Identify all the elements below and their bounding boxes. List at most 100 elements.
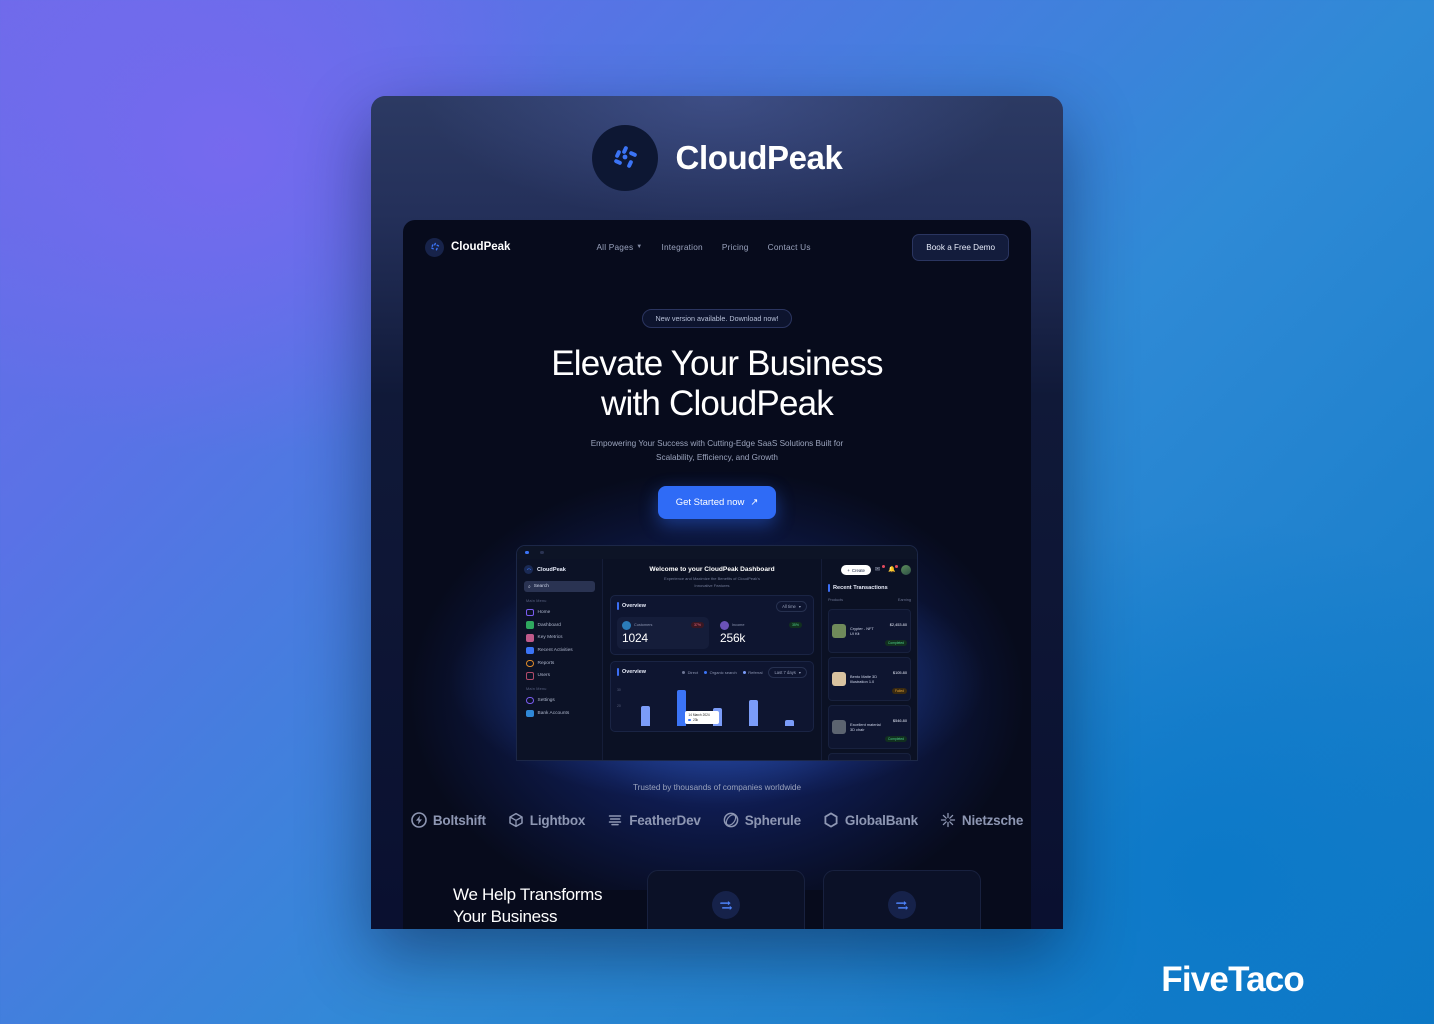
stat-label: Income [732,623,745,628]
logo-globalbank: GlobalBank [823,812,918,828]
stat-card-customers: Customers 37% 1024 [617,616,709,649]
time-range-select[interactable]: All time ▾ [776,600,807,612]
sidebar-group-label-1: Main Menu [526,599,547,604]
hero-subtitle: Empowering Your Success with Cutting-Edg… [403,437,1031,464]
stat-label: Customers [634,623,653,628]
bar-chart: 30 20 14 March 2024 23k [617,682,807,726]
sidebar-item-label: Users [537,673,551,679]
time-range-value: All time [782,603,796,609]
nav-link-integration[interactable]: Integration [661,242,702,252]
nav-link-contact-us[interactable]: Contact Us [768,242,811,252]
navbar-brand[interactable]: CloudPeak [425,237,510,257]
features-heading-line-2: Your Business [453,907,558,927]
product-name: Crypter - NFT UI Kit [850,626,874,637]
window-dot-1 [525,550,529,555]
income-icon [720,620,729,630]
legend-label: Direct [687,669,699,675]
table-row[interactable]: Crypter - NFT UI Kit $2,453.80 Completed [828,609,911,654]
avatar[interactable] [901,565,911,576]
transaction-amount-cell: $105.80 Failed [892,661,907,697]
sidebar-item-home[interactable]: Home [524,606,595,619]
logo-spherule: Spherule [723,812,801,828]
announcement-pill[interactable]: New version available. Download now! [642,309,792,328]
sidebar-item-reports[interactable]: Reports [524,657,595,670]
sidebar-item-key-metrics[interactable]: Key Metrics [524,632,595,645]
sphere-icon [723,812,739,828]
arrow-up-right-icon: ↗ [750,497,759,509]
status-badge: Completed [885,640,907,647]
dashboard-right-panel: + Create ✉ 🔔 Recent Transactions Product… [821,559,917,761]
features-heading-line-1: We Help Transforms [453,885,603,905]
chevron-down-icon: ▾ [798,603,801,609]
logo-label: Nietzsche [961,812,1024,828]
transaction-amount-cell: $2,453.80 Completed [885,613,907,649]
trusted-section: Trusted by thousands of companies worldw… [403,783,1031,828]
product-name-line-1: Excellent material [850,721,881,727]
product-name-line-2: UI Kit [850,631,860,637]
chart-panel-title: Overview [617,668,646,677]
chart-bar [784,719,794,726]
dashboard-window: CloudPeak ⌕ Search Main Menu Home Dashbo… [516,545,918,762]
hero-section: New version available. Download now! Ele… [403,274,1031,520]
device-frame: CloudPeak CloudPeak All Pages ▼ Integrat… [371,96,1063,929]
legend-swatch [742,670,746,674]
hero-subtitle-line-2: Scalability, Efficiency, and Growth [656,452,778,462]
hero-subtitle-line-1: Empowering Your Success with Cutting-Edg… [590,439,844,449]
frame-brand-name: CloudPeak [675,139,843,176]
chart-range-select[interactable]: Last 7 days ▾ [768,666,807,678]
chevron-down-icon: ▼ [636,244,643,250]
nav-link-label: All Pages [596,242,634,252]
message-icon[interactable]: ✉ [875,564,885,575]
product-thumbnail [832,672,846,687]
sidebar-item-dashboard[interactable]: Dashboard [524,619,595,632]
dashboard-sidebar-brand: CloudPeak [524,565,595,575]
home-icon [526,608,534,617]
table-row[interactable]: Excellent material 3D chair $546.80 Comp… [828,705,911,750]
customer-icon [622,620,631,630]
transactions-column-headers: Products Earning [828,598,911,605]
get-started-button[interactable]: Get Started now ↗ [657,486,777,520]
sidebar-item-label: Key Metrics [537,635,563,641]
create-button[interactable]: + Create [841,565,871,576]
product-name-line-2: 3D chair [850,727,865,733]
overview-chart-panel: Overview Direct Organic search Referral … [610,660,814,732]
logo-nietzsche: Nietzsche [940,812,1023,828]
logo-label: Lightbox [529,812,586,828]
activity-icon [526,646,534,655]
transaction-amount: $546.80 [892,718,907,724]
logo-lightbox: Lightbox [508,812,585,828]
product-name-line-1: Crypter - NFT [850,625,874,631]
nav-link-all-pages[interactable]: All Pages ▼ [596,242,642,252]
book-demo-button[interactable]: Book a Free Demo [912,233,1009,261]
chevron-down-icon: ▾ [798,669,801,675]
features-heading: We Help Transforms Your Business [453,884,629,928]
tooltip-value: 23k [692,717,699,722]
feature-card-robust-data-security[interactable]: Robust Data Security [823,870,981,929]
stack-lines-icon [608,815,622,826]
notification-dot [882,564,885,568]
table-row[interactable]: Fleet - travel shopping kit $546.80 Comp… [828,753,911,761]
product-name: Bento Matte 3D Illustration 1.0 [850,674,877,685]
gear-icon [526,696,534,705]
transaction-amount: $2,453.80 [889,622,907,628]
sidebar-item-settings[interactable]: Settings [524,694,595,707]
nav-link-pricing[interactable]: Pricing [722,242,749,252]
dashboard-main: Welcome to your CloudPeak Dashboard Expe… [603,559,821,760]
feature-card-streamlined-workflow[interactable]: Streamlined Workflow [647,870,805,929]
chart-y-axis: 30 20 [617,682,627,726]
legend-swatch [682,670,686,674]
product-thumbnail [832,624,846,639]
stat-cards: Customers 37% 1024 Income 35% 256k [617,616,807,649]
hero-title-line-1: Elevate Your Business [551,344,883,383]
search-input[interactable]: ⌕ Search [524,581,595,593]
sidebar-item-bank-accounts[interactable]: Bank Accounts [524,707,595,720]
legend-label: Referral [748,669,763,675]
table-row[interactable]: Bento Matte 3D Illustration 1.0 $105.80 … [828,657,911,702]
sidebar-item-users[interactable]: Users [524,670,595,683]
status-badge: Completed [885,736,907,743]
legend-item-organic-search: Organic search [704,670,737,675]
sidebar-item-recent-activities[interactable]: Recent Activities [524,644,595,657]
overview-title-label: Overview [622,603,646,610]
bell-icon[interactable]: 🔔 [888,564,898,575]
logo-label: Boltshift [432,812,486,828]
